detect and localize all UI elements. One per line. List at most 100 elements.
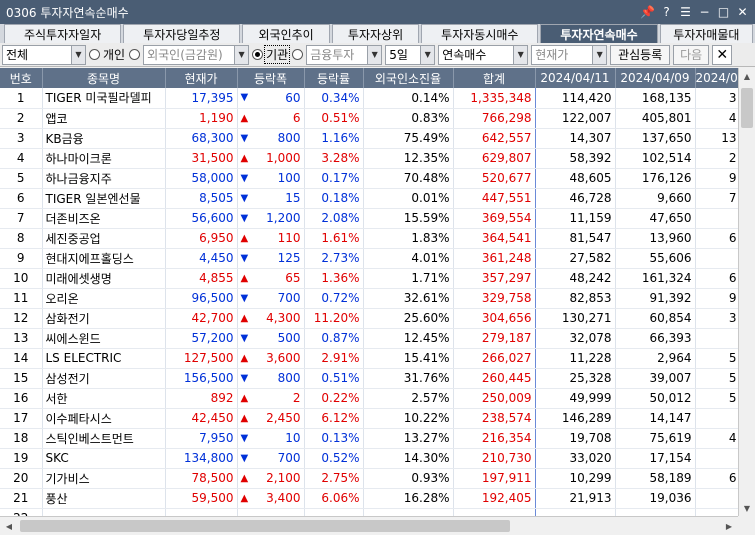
table-row[interactable]: 10 미래에셋생명 4,855 ▲ 65 1.36% 1.71% 357,297 48,242 1… bbox=[0, 268, 738, 289]
day-value: 55,606 bbox=[615, 248, 696, 269]
tab-investor-consecutive[interactable]: 투자자연속매수 bbox=[540, 24, 658, 43]
total-net-buy: 216,354 bbox=[453, 428, 536, 449]
close-icon[interactable]: ✕ bbox=[712, 44, 733, 65]
column-header[interactable]: 2024/04/11 bbox=[535, 68, 616, 88]
current-price: 127,500 bbox=[165, 348, 238, 369]
column-header[interactable]: 합계 bbox=[453, 68, 536, 88]
stock-name: 더존비즈온 bbox=[42, 208, 166, 229]
scroll-up-icon[interactable]: ▲ bbox=[739, 68, 755, 84]
current-price: 4,450 bbox=[165, 248, 238, 269]
row-index: 1 bbox=[0, 88, 43, 109]
radio-dot[interactable] bbox=[292, 49, 304, 60]
column-header[interactable]: 등락폭 bbox=[237, 68, 305, 88]
scroll-down-icon[interactable]: ▼ bbox=[739, 500, 755, 516]
radio-financial[interactable] bbox=[292, 49, 304, 60]
tab-investor-daily[interactable]: 주식투자자일자 bbox=[4, 24, 122, 43]
day-value bbox=[695, 448, 738, 469]
watchlist-button[interactable]: 관심등록 bbox=[610, 44, 671, 65]
radio-dot[interactable] bbox=[252, 49, 264, 60]
table-row[interactable]: 16 서한 892 ▲ 2 0.22% 2.57% 250,009 49,999 50,012 5 bbox=[0, 388, 738, 409]
radio-foreign[interactable] bbox=[129, 49, 141, 60]
table-row[interactable]: 6 TIGER 일본엔선물 8,505 ▼ 15 0.18% 0.01% 447,551 46,… bbox=[0, 188, 738, 209]
change-amount: 15 bbox=[285, 191, 301, 205]
column-header[interactable]: 현재가 bbox=[165, 68, 238, 88]
change-cell: ▼ 500 bbox=[237, 328, 305, 349]
minimize-icon[interactable]: − bbox=[696, 4, 713, 21]
table-row[interactable]: 12 삼화전기 42,700 ▲ 4,300 11.20% 25.60% 304,656 130… bbox=[0, 308, 738, 329]
tab-foreign-trend[interactable]: 외국인추이 bbox=[242, 24, 330, 43]
day-value: 60,854 bbox=[615, 308, 696, 329]
change-amount: 4,300 bbox=[266, 311, 301, 325]
table-row[interactable]: 18 스틱인베스트먼트 7,950 ▼ 10 0.13% 13.27% 216,354 19,7… bbox=[0, 428, 738, 449]
radio-dot[interactable] bbox=[89, 49, 100, 60]
table-row[interactable]: 22 bbox=[0, 508, 738, 516]
change-amount: 10 bbox=[285, 431, 301, 445]
stock-name: 하나마이크론 bbox=[42, 148, 166, 169]
change-rate: 1.61% bbox=[304, 228, 364, 249]
current-price: 42,450 bbox=[165, 408, 238, 429]
column-header[interactable]: 외국인소진율 bbox=[363, 68, 454, 88]
change-cell: ▲ 3,400 bbox=[237, 488, 305, 509]
table-row[interactable]: 13 씨에스윈드 57,200 ▼ 500 0.87% 12.45% 279,187 32,07… bbox=[0, 328, 738, 349]
column-header[interactable]: 2024/04/09 bbox=[615, 68, 696, 88]
table-row[interactable]: 7 더존비즈온 56,600 ▼ 1,200 2.08% 15.59% 369,554 11,1… bbox=[0, 208, 738, 229]
day-value: 405,801 bbox=[615, 108, 696, 129]
change-cell: ▼ 15 bbox=[237, 188, 305, 209]
day-value: 176,126 bbox=[615, 168, 696, 189]
column-header[interactable]: 번호 bbox=[0, 68, 43, 88]
table-row[interactable]: 11 오리온 96,500 ▼ 700 0.72% 32.61% 329,758 82,853 9… bbox=[0, 288, 738, 309]
change-rate: 3.28% bbox=[304, 148, 364, 169]
table-row[interactable]: 9 현대지에프홀딩스 4,450 ▼ 125 2.73% 4.01% 361,248 27,58… bbox=[0, 248, 738, 269]
table-row[interactable]: 5 하나금융지주 58,000 ▼ 100 0.17% 70.48% 520,677 48,60… bbox=[0, 168, 738, 189]
change-wrapper: ▼ 800 bbox=[241, 131, 301, 145]
foreign-select[interactable]: 외국인(금감원) ▼ bbox=[143, 44, 250, 65]
table-row[interactable]: 8 세진중공업 6,950 ▲ 110 1.61% 1.83% 364,541 81,547 13… bbox=[0, 228, 738, 249]
vertical-scroll-thumb[interactable] bbox=[741, 88, 753, 128]
maximize-icon[interactable]: □ bbox=[715, 4, 732, 21]
horizontal-scrollbar[interactable]: ◀ ▶ bbox=[0, 516, 738, 535]
row-index: 13 bbox=[0, 328, 43, 349]
vertical-scrollbar[interactable]: ▲ ▼ bbox=[738, 68, 755, 516]
column-header[interactable]: 등락률 bbox=[304, 68, 364, 88]
table-row[interactable]: 1 TIGER 미국필라델피 17,395 ▼ 60 0.34% 0.14% 1,335,34… bbox=[0, 88, 738, 109]
change-amount: 700 bbox=[277, 291, 301, 305]
table-row[interactable]: 21 풍산 59,500 ▲ 3,400 6.06% 16.28% 192,405 21,913… bbox=[0, 488, 738, 509]
tab-investor-estimate[interactable]: 투자자당일추정 bbox=[123, 24, 241, 43]
table-row[interactable]: 4 하나마이크론 31,500 ▲ 1,000 3.28% 12.35% 629,807 58,… bbox=[0, 148, 738, 169]
tab-investor-volume-profile[interactable]: 투자자매물대 bbox=[659, 24, 753, 43]
table-row[interactable]: 2 앱코 1,190 ▲ 6 0.51% 0.83% 766,298 122,007 405,80… bbox=[0, 108, 738, 129]
radio-individual[interactable]: 개인 bbox=[89, 45, 127, 64]
change-cell: ▼ 60 bbox=[237, 88, 305, 109]
change-amount: 3,600 bbox=[266, 351, 301, 365]
table-row[interactable]: 20 기가비스 78,500 ▲ 2,100 2.75% 0.93% 197,911 10,29… bbox=[0, 468, 738, 489]
table-row[interactable]: 14 LS ELECTRIC 127,500 ▲ 3,600 2.91% 15.41% 266… bbox=[0, 348, 738, 369]
radio-dot[interactable] bbox=[129, 49, 141, 60]
pin-icon[interactable]: 📌 bbox=[639, 4, 656, 21]
change-rate: 0.51% bbox=[304, 108, 364, 129]
table-row[interactable]: 17 이수페타시스 42,450 ▲ 2,450 6.12% 10.22% 238,574 14… bbox=[0, 408, 738, 429]
price-select[interactable]: 현재가 ▼ bbox=[531, 44, 608, 65]
period-select[interactable]: 5일 ▼ bbox=[385, 44, 436, 65]
help-icon[interactable]: ? bbox=[658, 4, 675, 21]
table-row[interactable]: 15 삼성전기 156,500 ▼ 800 0.51% 31.76% 260,445 25,32… bbox=[0, 368, 738, 389]
arrow-down-icon: ▼ bbox=[240, 192, 249, 204]
column-header[interactable]: 종목명 bbox=[42, 68, 166, 88]
next-button[interactable]: 다음 bbox=[673, 44, 710, 65]
close-icon[interactable]: ✕ bbox=[734, 4, 751, 21]
table-row[interactable]: 3 KB금융 68,300 ▼ 800 1.16% 75.49% 642,557 14,307 1… bbox=[0, 128, 738, 149]
settings-icon[interactable]: ☰ bbox=[677, 4, 694, 21]
type-select[interactable]: 연속매수 ▼ bbox=[438, 44, 529, 65]
scroll-left-icon[interactable]: ◀ bbox=[1, 518, 17, 534]
market-select[interactable]: 전체 ▼ bbox=[2, 44, 86, 65]
tab-investor-top[interactable]: 투자자상위 bbox=[331, 24, 420, 43]
table-row[interactable]: 19 SKC 134,800 ▼ 700 0.52% 14.30% 210,730 33,020… bbox=[0, 448, 738, 469]
scroll-right-icon[interactable]: ▶ bbox=[721, 518, 737, 534]
tab-investor-simultaneous[interactable]: 투자자동시매수 bbox=[421, 24, 539, 43]
total-net-buy: 361,248 bbox=[453, 248, 536, 269]
current-price: 6,950 bbox=[165, 228, 238, 249]
column-header[interactable]: 2024/04 bbox=[695, 68, 738, 88]
radio-institution[interactable]: 기관 bbox=[252, 45, 291, 64]
institution-select[interactable]: 금융투자 ▼ bbox=[306, 44, 383, 65]
horizontal-scroll-thumb[interactable] bbox=[20, 520, 510, 532]
total-net-buy: 520,677 bbox=[453, 168, 536, 189]
